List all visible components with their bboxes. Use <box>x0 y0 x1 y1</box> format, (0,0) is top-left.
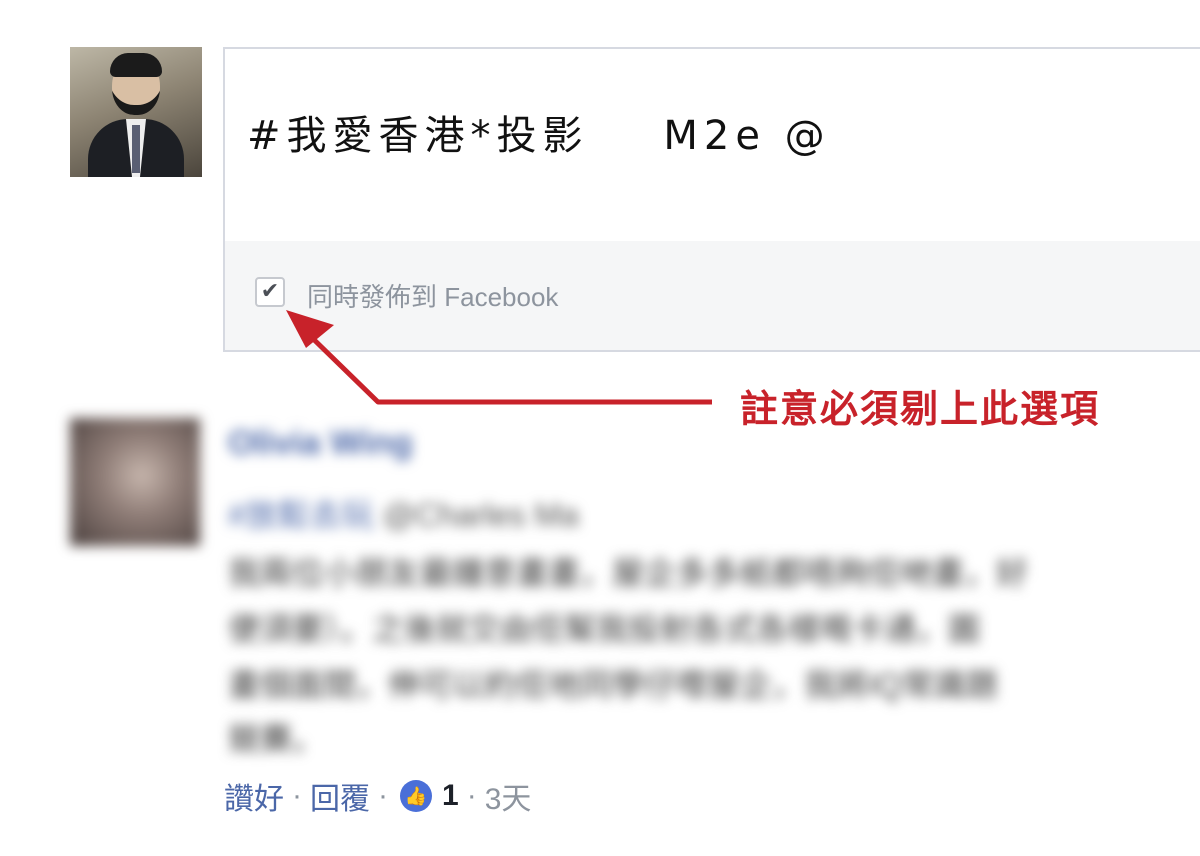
screenshot: #我愛香港*投影 M2e @ ✔ 同時發佈到 Facebook 註意必須剔上此選… <box>0 0 1200 856</box>
comment-tags-line: #放鬆去玩 @Charles Ma <box>228 490 579 536</box>
comment-hashtag[interactable]: #放鬆去玩 <box>228 497 374 533</box>
separator-dot: · <box>466 779 477 812</box>
like-count[interactable]: 1 <box>442 779 459 813</box>
share-to-facebook-label[interactable]: 同時發佈到 Facebook <box>307 277 558 314</box>
comment-body-line: 畫個面間，伸可以約佢地同學仔嚟屋企，我將IQ常識題 <box>228 667 998 703</box>
avatar-tie-shape <box>132 125 140 173</box>
comment-body-line: 便須要）。之後就交由佢幫我投射各式各樣嘅卡通，圖 <box>228 611 981 647</box>
comment-actions: 讚好 · 回覆 · 👍 1 · 3天 <box>224 776 531 816</box>
like-link[interactable]: 讚好 <box>224 774 284 818</box>
annotation-text: 註意必須剔上此選項 <box>740 387 1101 431</box>
comment-body-line: 我兩位小朋友最鍾意畫畫，屋企多多紙都唔夠佢哋畫，好 <box>228 555 1029 591</box>
comment-input-text: #我愛香港*投影 M2e @ <box>247 113 831 159</box>
commenter-avatar[interactable] <box>70 418 200 546</box>
comment-composer: #我愛香港*投影 M2e @ ✔ 同時發佈到 Facebook <box>223 47 1200 352</box>
avatar-hair-shape <box>110 53 162 77</box>
commenter-name[interactable]: Olivia Wing <box>228 424 413 463</box>
comment-input[interactable]: #我愛香港*投影 M2e @ <box>225 49 1200 243</box>
thumbs-up-icon[interactable]: 👍 <box>400 780 432 812</box>
share-to-facebook-checkbox[interactable]: ✔ <box>255 277 285 307</box>
reply-link[interactable]: 回覆 <box>310 774 370 818</box>
user-avatar[interactable] <box>70 47 202 177</box>
separator-dot: · <box>378 779 388 812</box>
comment-body-line: 競賽。 <box>228 721 325 757</box>
checkmark-icon: ✔ <box>260 279 280 304</box>
comment-mention[interactable]: @Charles Ma <box>383 497 579 533</box>
composer-footer: ✔ 同時發佈到 Facebook <box>225 241 1200 350</box>
comment-timestamp[interactable]: 3天 <box>485 774 532 818</box>
separator-dot: · <box>292 779 302 812</box>
